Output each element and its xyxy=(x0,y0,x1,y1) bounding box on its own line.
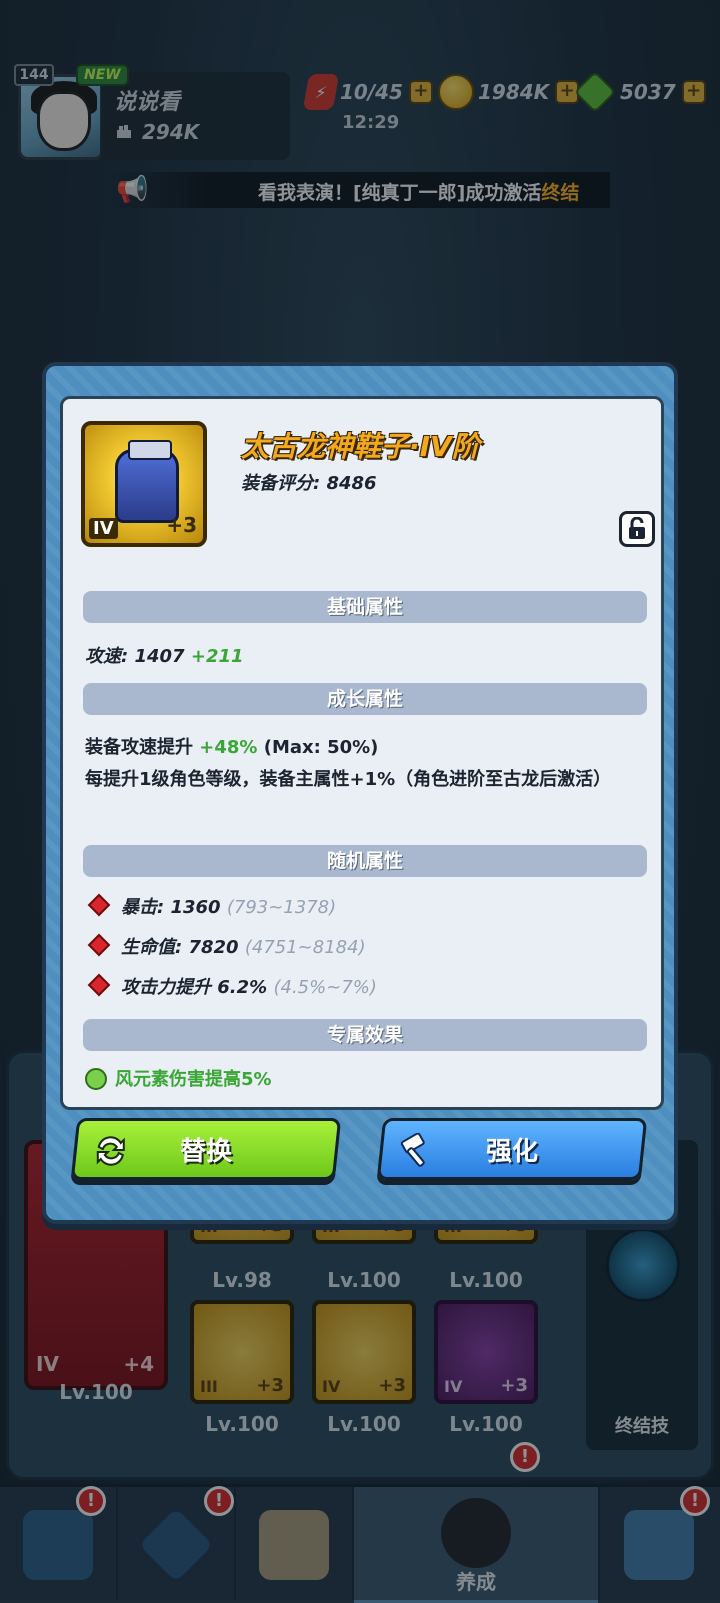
enhance-button-label: 强化 xyxy=(485,1136,538,1167)
equipment-plus-level: +3 xyxy=(166,513,197,537)
base-attr-attack-speed: 攻速: 1407 +211 xyxy=(85,646,244,667)
equipment-tier: IV xyxy=(89,518,118,539)
boots-icon xyxy=(115,440,179,523)
section-exclusive-effect: 专属效果 xyxy=(83,1019,647,1051)
replace-button-label: 替换 xyxy=(179,1136,232,1167)
random-attr-hp: 生命值: 7820 (4751~8184) xyxy=(85,933,366,959)
hammer-icon xyxy=(400,1133,425,1167)
wind-element-icon xyxy=(85,1068,107,1090)
equipment-detail-modal: IV +3 太古龙神鞋子·IV阶 装备评分: 8486 基础属性 攻速: 140… xyxy=(42,362,678,1224)
red-gem-icon xyxy=(87,893,111,917)
growth-attr-speed: 装备攻速提升 +48% (Max: 50%) xyxy=(85,737,379,758)
enhance-button[interactable]: 强化 xyxy=(376,1118,648,1180)
replace-button[interactable]: 替换 xyxy=(70,1118,342,1180)
equipment-icon: IV +3 xyxy=(81,421,207,547)
growth-attr-description: 每提升1级角色等级，装备主属性+1%（角色进阶至古龙后激活） xyxy=(85,769,612,790)
equipment-detail-card: IV +3 太古龙神鞋子·IV阶 装备评分: 8486 基础属性 攻速: 140… xyxy=(60,396,664,1110)
red-gem-icon xyxy=(87,933,111,957)
section-base-attributes: 基础属性 xyxy=(83,591,647,623)
section-random-attributes: 随机属性 xyxy=(83,845,647,877)
lock-toggle-button[interactable] xyxy=(619,511,655,547)
random-attr-crit: 暴击: 1360 (793~1378) xyxy=(85,893,336,919)
red-gem-icon xyxy=(87,973,111,997)
unlock-icon xyxy=(629,517,645,539)
swap-icon xyxy=(96,1136,125,1166)
equipment-score: 装备评分: 8486 xyxy=(241,473,377,494)
equipment-title: 太古龙神鞋子·IV阶 xyxy=(241,430,480,463)
random-attr-attack: 攻击力提升 6.2% (4.5%~7%) xyxy=(85,973,377,999)
exclusive-effect-line: 风元素伤害提高5% xyxy=(85,1065,272,1091)
section-growth-attributes: 成长属性 xyxy=(83,683,647,715)
